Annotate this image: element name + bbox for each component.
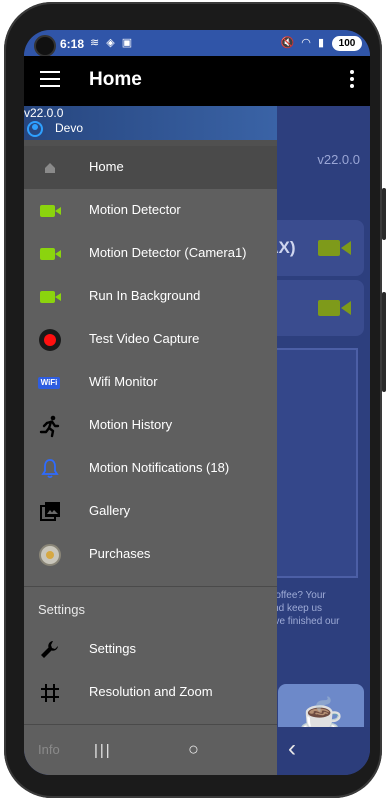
running-person-icon — [39, 415, 60, 438]
video-camera-icon — [38, 285, 62, 309]
home-button[interactable]: ○ — [188, 739, 199, 760]
bell-icon — [41, 459, 59, 479]
drawer-item-label: Run In Background — [89, 288, 201, 303]
drawer-item-gallery[interactable]: Gallery — [24, 490, 277, 533]
app-bar: Home — [24, 56, 370, 106]
page-title: Home — [89, 69, 142, 90]
drawer-header: v22.0.0 Devo — [24, 106, 277, 140]
more-vertical-icon[interactable] — [346, 70, 358, 92]
divider — [24, 724, 277, 725]
door-illustration — [274, 348, 358, 578]
drawer-item-wifi-monitor[interactable]: WiFi Wifi Monitor — [24, 361, 277, 404]
phone-frame: v22.0.0 RAX) ) a coffee? Your , and keep… — [4, 2, 386, 798]
volume-button — [382, 188, 386, 240]
back-button[interactable]: ‹ — [288, 735, 296, 763]
video-camera-icon — [38, 199, 62, 223]
screen: v22.0.0 RAX) ) a coffee? Your , and keep… — [24, 30, 370, 775]
grid-icon — [41, 684, 59, 702]
drawer-item-label: Motion Detector — [89, 202, 181, 217]
drawer-item-label: Home — [89, 159, 124, 174]
drawer-item-motion-detector-camera1[interactable]: Motion Detector (Camera1) — [24, 232, 277, 275]
wrench-icon — [41, 641, 58, 658]
account-icon — [27, 121, 43, 137]
power-button — [382, 292, 386, 392]
background-version: v22.0.0 — [317, 152, 360, 167]
drawer-item-label: Motion History — [89, 417, 173, 432]
recents-button[interactable]: ||| — [94, 742, 112, 759]
drawer-item-motion-notifications[interactable]: Motion Notifications (18) — [24, 447, 277, 490]
drawer-version: v22.0.0 — [24, 106, 64, 120]
drawer-item-label: Motion Detector (Camera1) — [89, 245, 247, 260]
wifi-badge-icon: WiFi — [38, 371, 62, 395]
hamburger-menu-icon[interactable] — [40, 71, 60, 91]
navigation-drawer: v22.0.0 Devo Home Motion Detector Motion… — [24, 106, 277, 775]
coin-icon — [38, 543, 62, 567]
drawer-item-label: Purchases — [89, 546, 151, 561]
drawer-item-home[interactable]: Home — [24, 146, 277, 189]
battery-icon: 100 — [332, 36, 362, 51]
drawer-item-label: Motion Notifications (18) — [89, 460, 230, 475]
status-notification-icons: ≋ ◈ ▣ — [90, 37, 135, 49]
status-system-icons: 🔇 ◠ ▮ — [280, 37, 326, 49]
drawer-item-settings[interactable]: Settings — [24, 628, 277, 671]
drawer-item-resolution-and-zoom[interactable]: Resolution and Zoom — [24, 671, 277, 714]
drawer-item-purchases[interactable]: Purchases — [24, 533, 277, 576]
divider — [24, 586, 277, 587]
status-time: 6:18 — [60, 37, 85, 51]
drawer-item-label: Resolution and Zoom — [89, 684, 213, 699]
drawer-item-motion-history[interactable]: Motion History — [24, 404, 277, 447]
drawer-item-label: Test Video Capture — [89, 331, 200, 346]
gallery-icon — [40, 502, 60, 521]
drawer-item-label: Wifi Monitor — [89, 374, 158, 389]
video-camera-icon — [318, 300, 351, 316]
drawer-item-label: Settings — [89, 641, 136, 656]
section-header-settings: Settings — [38, 602, 85, 617]
home-icon — [45, 163, 55, 173]
drawer-item-motion-detector[interactable]: Motion Detector — [24, 189, 277, 232]
status-bar: 6:18 ≋ ◈ ▣ 🔇 ◠ ▮ 100 — [24, 30, 370, 57]
record-icon — [38, 328, 62, 352]
video-camera-icon — [38, 242, 62, 266]
drawer-item-test-video-capture[interactable]: Test Video Capture — [24, 318, 277, 361]
drawer-user-name: Devo — [55, 121, 84, 135]
front-camera — [34, 35, 56, 57]
drawer-item-run-in-background[interactable]: Run In Background — [24, 275, 277, 318]
system-navigation-bar: ||| ○ ‹ — [24, 727, 370, 775]
drawer-item-label: Gallery — [89, 503, 131, 518]
video-camera-icon — [318, 240, 351, 256]
